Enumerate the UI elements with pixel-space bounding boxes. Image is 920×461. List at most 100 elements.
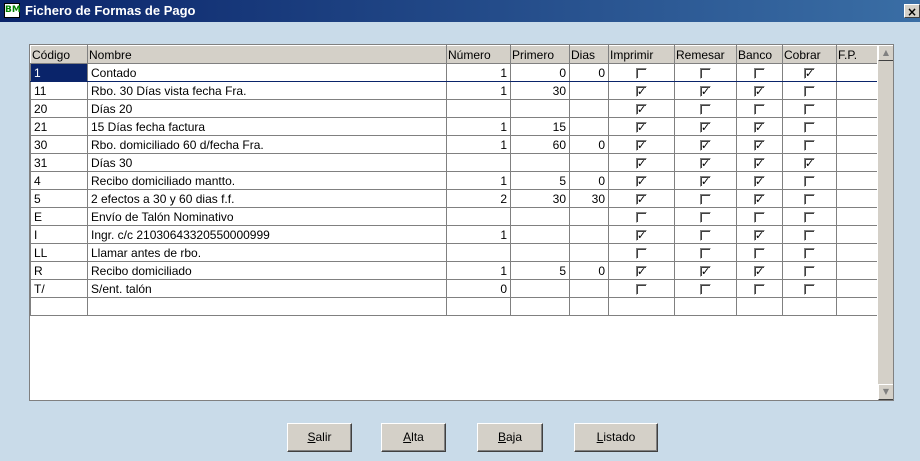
- table-row[interactable]: E Envío de Talón Nominativo: [30, 207, 878, 226]
- cell-fp[interactable]: [836, 189, 878, 208]
- close-button[interactable]: ×: [904, 4, 920, 19]
- imprimir-checkbox[interactable]: [636, 67, 647, 79]
- cell-fp[interactable]: [836, 207, 878, 226]
- banco-checkbox[interactable]: ✓: [754, 139, 765, 151]
- empty-cell[interactable]: [510, 297, 570, 316]
- cobrar-checkbox[interactable]: [804, 121, 815, 133]
- table-row[interactable]: I Ingr. c/c 21030643320550000999 1 ✓ ✓: [30, 225, 878, 244]
- cell-fp[interactable]: [836, 171, 878, 190]
- banco-checkbox[interactable]: ✓: [754, 85, 765, 97]
- cell-codigo[interactable]: E: [30, 207, 88, 226]
- cobrar-checkbox[interactable]: [804, 283, 815, 295]
- empty-cell[interactable]: [446, 297, 511, 316]
- table-row[interactable]: LL Llamar antes de rbo.: [30, 243, 878, 262]
- column-header[interactable]: Dias: [569, 45, 609, 64]
- remesar-checkbox[interactable]: ✓: [700, 121, 711, 133]
- cell-dias[interactable]: [569, 225, 609, 244]
- imprimir-checkbox[interactable]: ✓: [636, 139, 647, 151]
- cell-nombre[interactable]: Ingr. c/c 21030643320550000999: [87, 225, 447, 244]
- remesar-checkbox[interactable]: [700, 103, 711, 115]
- cobrar-checkbox[interactable]: [804, 193, 815, 205]
- cell-numero[interactable]: [446, 99, 511, 118]
- cell-codigo[interactable]: 20: [30, 99, 88, 118]
- remesar-checkbox[interactable]: ✓: [700, 157, 711, 169]
- table-row[interactable]: 52 efectos a 30 y 60 dias f.f. 2 30 30 ✓ ✓: [30, 189, 878, 208]
- empty-cell[interactable]: [569, 297, 609, 316]
- imprimir-checkbox[interactable]: ✓: [636, 121, 647, 133]
- cobrar-checkbox[interactable]: ✓: [804, 157, 815, 169]
- imprimir-checkbox[interactable]: ✓: [636, 265, 647, 277]
- table-row[interactable]: R Recibo domiciliado 1 5 0 ✓ ✓ ✓: [30, 261, 878, 280]
- cell-nombre[interactable]: Rbo. domiciliado 60 d/fecha Fra.: [87, 135, 447, 154]
- remesar-checkbox[interactable]: [700, 283, 711, 295]
- empty-cell[interactable]: [87, 297, 447, 316]
- cell-nombre[interactable]: Días 30: [87, 153, 447, 172]
- imprimir-checkbox[interactable]: [636, 211, 647, 223]
- column-header[interactable]: Banco: [736, 45, 783, 64]
- cell-nombre[interactable]: Recibo domiciliado: [87, 261, 447, 280]
- cobrar-checkbox[interactable]: [804, 211, 815, 223]
- empty-cell[interactable]: [736, 297, 783, 316]
- cell-primero[interactable]: 5: [510, 171, 570, 190]
- cell-fp[interactable]: [836, 225, 878, 244]
- scroll-thumb[interactable]: [878, 61, 893, 384]
- cell-codigo[interactable]: 11: [30, 81, 88, 100]
- empty-cell[interactable]: [782, 297, 837, 316]
- cell-numero[interactable]: 1: [446, 135, 511, 154]
- remesar-checkbox[interactable]: [700, 211, 711, 223]
- imprimir-checkbox[interactable]: ✓: [636, 175, 647, 187]
- cell-dias[interactable]: 0: [569, 135, 609, 154]
- scroll-down-arrow-icon[interactable]: ▼: [878, 384, 893, 400]
- cell-codigo[interactable]: T/: [30, 279, 88, 298]
- cell-dias[interactable]: [569, 153, 609, 172]
- cell-fp[interactable]: [836, 117, 878, 136]
- cell-numero[interactable]: 0: [446, 279, 511, 298]
- cell-primero[interactable]: [510, 279, 570, 298]
- empty-cell[interactable]: [608, 297, 675, 316]
- cell-numero[interactable]: 2: [446, 189, 511, 208]
- remesar-checkbox[interactable]: [700, 67, 711, 79]
- cell-fp[interactable]: [836, 243, 878, 262]
- empty-cell[interactable]: [836, 297, 878, 316]
- cell-primero[interactable]: [510, 243, 570, 262]
- column-header[interactable]: Imprimir: [608, 45, 675, 64]
- table-row[interactable]: T/S/ent. talón 0: [30, 279, 878, 298]
- cobrar-checkbox[interactable]: [804, 175, 815, 187]
- banco-checkbox[interactable]: ✓: [754, 157, 765, 169]
- cell-numero[interactable]: 1: [446, 117, 511, 136]
- baja-button[interactable]: Baja: [477, 423, 543, 452]
- column-header[interactable]: Cobrar: [782, 45, 837, 64]
- cell-primero[interactable]: [510, 99, 570, 118]
- cell-codigo[interactable]: 21: [30, 117, 88, 136]
- column-header[interactable]: Nombre: [87, 45, 447, 64]
- cell-nombre[interactable]: 15 Días fecha factura: [87, 117, 447, 136]
- banco-checkbox[interactable]: [754, 283, 765, 295]
- cell-nombre[interactable]: Llamar antes de rbo.: [87, 243, 447, 262]
- banco-checkbox[interactable]: [754, 247, 765, 259]
- cell-numero[interactable]: [446, 153, 511, 172]
- payment-methods-grid[interactable]: Código Nombre Número Primero Dias Imprimir Rem…: [29, 44, 894, 401]
- cell-dias[interactable]: [569, 99, 609, 118]
- cell-numero[interactable]: 1: [446, 225, 511, 244]
- listado-button[interactable]: Listado: [574, 423, 658, 452]
- cell-numero[interactable]: 1: [446, 63, 511, 82]
- table-row[interactable]: 31 Días 30 ✓ ✓ ✓ ✓: [30, 153, 878, 172]
- alta-button[interactable]: Alta: [381, 423, 446, 452]
- cell-fp[interactable]: [836, 99, 878, 118]
- cobrar-checkbox[interactable]: [804, 229, 815, 241]
- cell-dias[interactable]: 0: [569, 171, 609, 190]
- cell-codigo[interactable]: 4: [30, 171, 88, 190]
- column-header[interactable]: Primero: [510, 45, 570, 64]
- remesar-checkbox[interactable]: ✓: [700, 85, 711, 97]
- cobrar-checkbox[interactable]: ✓: [804, 67, 815, 79]
- remesar-checkbox[interactable]: [700, 193, 711, 205]
- banco-checkbox[interactable]: [754, 67, 765, 79]
- cobrar-checkbox[interactable]: [804, 85, 815, 97]
- scroll-up-arrow-icon[interactable]: ▲: [878, 45, 893, 61]
- cell-dias[interactable]: 0: [569, 63, 609, 82]
- cell-primero[interactable]: 30: [510, 189, 570, 208]
- banco-checkbox[interactable]: ✓: [754, 175, 765, 187]
- cell-codigo[interactable]: 1: [30, 63, 88, 82]
- cobrar-checkbox[interactable]: [804, 265, 815, 277]
- cell-dias[interactable]: 30: [569, 189, 609, 208]
